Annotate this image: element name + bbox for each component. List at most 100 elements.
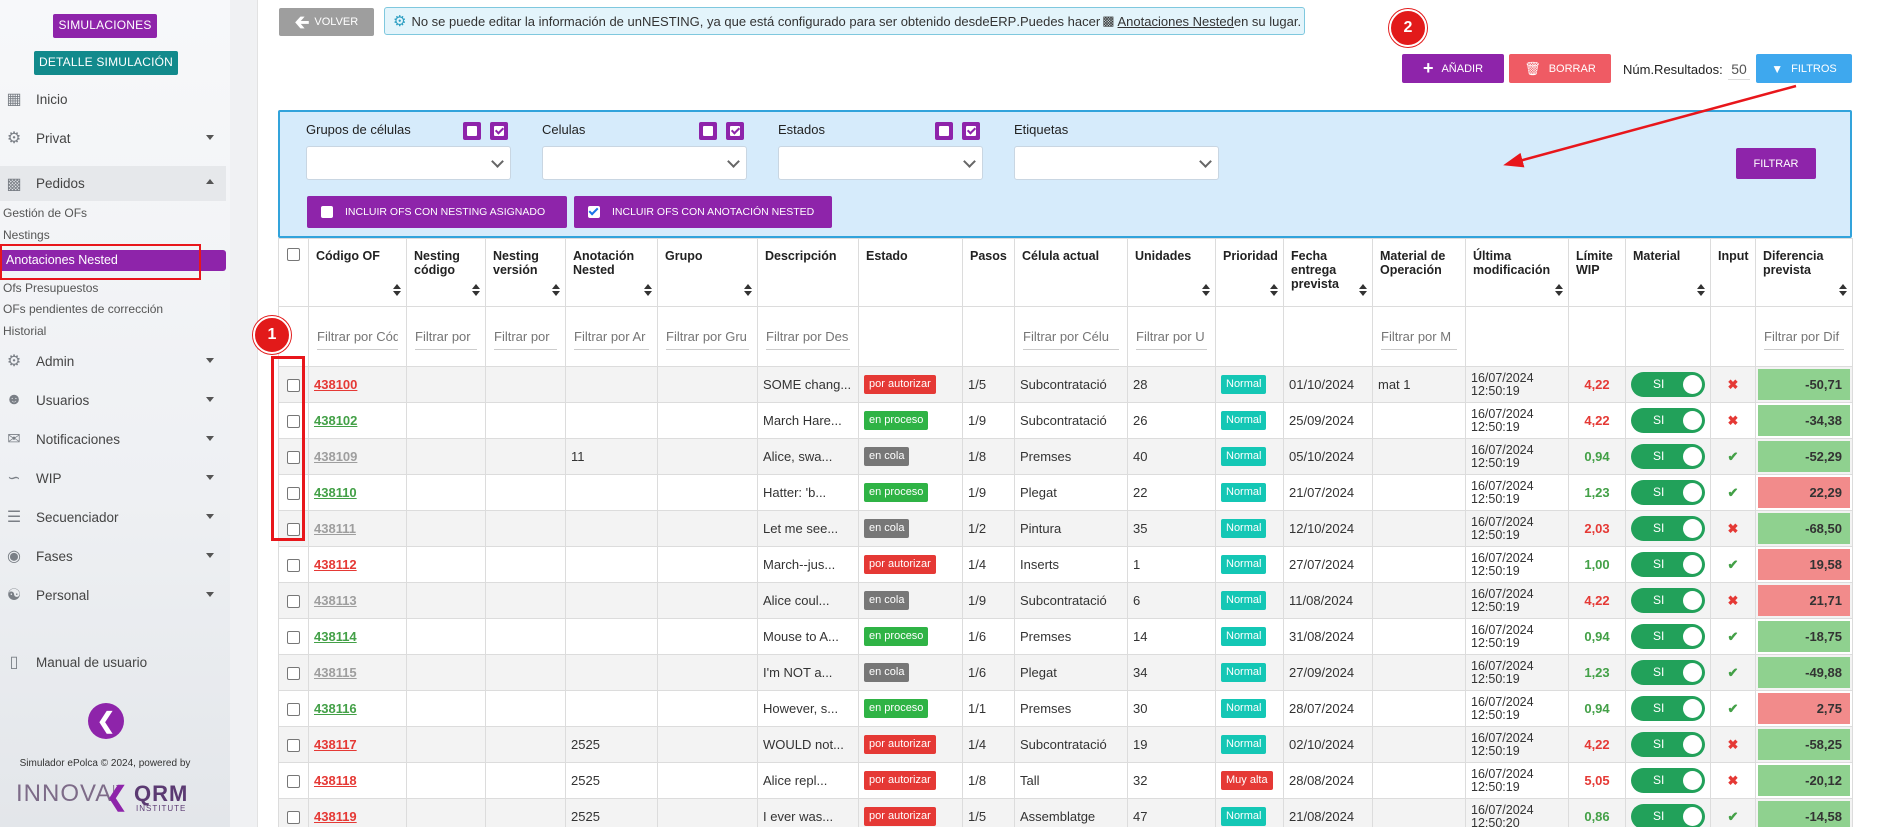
nav-item-inicio[interactable]: ▦ Inicio xyxy=(0,83,226,115)
material-toggle[interactable]: SI xyxy=(1631,732,1705,757)
nav-item-privat[interactable]: ⚙ Privat xyxy=(0,122,226,154)
material-toggle[interactable]: SI xyxy=(1631,552,1705,577)
column-filter-input[interactable] xyxy=(415,323,477,350)
table-row[interactable]: 438118 2525 Alice repl... por autorizar … xyxy=(278,762,1853,799)
table-row[interactable]: 438102 March Hare... en proceso 1/9 Subc… xyxy=(278,402,1853,439)
col-header[interactable]: Anotación Nested xyxy=(565,238,658,307)
select-all-checkbox[interactable] xyxy=(287,248,300,262)
celulas-select[interactable] xyxy=(542,146,747,180)
column-filter-input[interactable] xyxy=(1381,323,1457,350)
nav-item-fases[interactable]: ◉ Fases xyxy=(0,540,226,572)
column-filter-input[interactable] xyxy=(1023,323,1119,350)
estados-select[interactable] xyxy=(778,146,983,180)
select-all-estados-checkbox[interactable] xyxy=(962,122,980,140)
col-header[interactable]: Material xyxy=(1625,238,1711,307)
table-row[interactable]: 438116 However, s... en proceso 1/1 Prem… xyxy=(278,690,1853,727)
column-filter-input[interactable] xyxy=(1764,323,1844,350)
col-header[interactable]: Nesting código xyxy=(406,238,486,307)
row-checkbox[interactable] xyxy=(287,595,300,609)
of-code-link[interactable]: 438109 xyxy=(314,449,357,464)
nav-item-usuarios[interactable]: ☻ Usuarios xyxy=(0,384,226,416)
select-all-celulas-checkbox[interactable] xyxy=(726,122,744,140)
column-filter-input[interactable] xyxy=(766,323,850,350)
of-code-link[interactable]: 438114 xyxy=(314,629,357,644)
col-header[interactable]: Nesting versión xyxy=(485,238,566,307)
detalle-simulacion-button[interactable]: DETALLE SIMULACIÓN xyxy=(34,51,178,75)
col-header[interactable]: Fecha entrega prevista xyxy=(1283,238,1373,307)
material-toggle[interactable]: SI xyxy=(1631,660,1705,685)
add-button[interactable]: + AÑADIR xyxy=(1402,54,1504,83)
volver-button[interactable]: 🡰 VOLVER xyxy=(279,8,374,36)
deselect-all-estados-checkbox[interactable] xyxy=(935,122,953,140)
include-nested-checkbox[interactable] xyxy=(588,206,600,218)
column-filter-input[interactable] xyxy=(317,323,398,350)
column-filter-input[interactable] xyxy=(574,323,649,350)
simulaciones-button[interactable]: SIMULACIONES xyxy=(53,14,157,38)
material-toggle[interactable]: SI xyxy=(1631,480,1705,505)
subnav-historial[interactable]: Historial xyxy=(3,324,46,338)
row-checkbox[interactable] xyxy=(287,631,300,645)
column-filter-input[interactable] xyxy=(494,323,557,350)
num-results-input[interactable]: 50 xyxy=(1728,58,1750,80)
nav-item-personal[interactable]: ☯ Personal xyxy=(0,579,226,611)
row-checkbox[interactable] xyxy=(287,667,300,681)
col-header[interactable]: Unidades xyxy=(1127,238,1216,307)
table-row[interactable]: 438113 Alice coul... en cola 1/9 Subcont… xyxy=(278,582,1853,619)
grupos-select[interactable] xyxy=(306,146,511,180)
table-row[interactable]: 438114 Mouse to A... en proceso 1/6 Prem… xyxy=(278,618,1853,655)
of-code-link[interactable]: 438117 xyxy=(314,737,357,752)
material-toggle[interactable]: SI xyxy=(1631,444,1705,469)
nav-item-secuenciador[interactable]: ☰ Secuenciador xyxy=(0,501,226,533)
nav-item-manual[interactable]: ▯ Manual de usuario xyxy=(0,646,226,678)
include-nesting-checkbox[interactable] xyxy=(321,206,333,218)
col-header[interactable]: Prioridad xyxy=(1215,238,1284,307)
nav-item-notificaciones[interactable]: ✉ Notificaciones xyxy=(0,423,226,455)
col-header[interactable]: Última modificación xyxy=(1465,238,1569,307)
subnav-ofs-pendientes[interactable]: OFs pendientes de corrección xyxy=(3,302,163,316)
subnav-gestion-ofs[interactable]: Gestión de OFs xyxy=(3,206,87,220)
table-row[interactable]: 438115 I'm NOT a... en cola 1/6 Plegat 3… xyxy=(278,654,1853,691)
nav-item-admin[interactable]: ⚙ Admin xyxy=(0,345,226,377)
material-toggle[interactable]: SI xyxy=(1631,516,1705,541)
material-toggle[interactable]: SI xyxy=(1631,768,1705,793)
material-toggle[interactable]: SI xyxy=(1631,408,1705,433)
row-checkbox[interactable] xyxy=(287,739,300,753)
table-row[interactable]: 438117 2525 WOULD not... por autorizar 1… xyxy=(278,726,1853,763)
include-nesting-toggle[interactable]: INCLUIR OFS CON NESTING ASIGNADO xyxy=(307,196,567,228)
column-filter-input[interactable] xyxy=(1136,323,1207,350)
of-code-link[interactable]: 438116 xyxy=(314,701,357,716)
include-nested-toggle[interactable]: INCLUIR OFS CON ANOTACIÓN NESTED xyxy=(574,196,832,228)
collapse-sidebar-button[interactable]: ❮ xyxy=(88,703,124,739)
of-code-link[interactable]: 438111 xyxy=(314,521,356,536)
material-toggle[interactable]: SI xyxy=(1631,804,1705,827)
subnav-nestings[interactable]: Nestings xyxy=(3,228,50,242)
etiquetas-select[interactable] xyxy=(1014,146,1219,180)
row-checkbox[interactable] xyxy=(287,703,300,717)
table-row[interactable]: 438112 March--jus... por autorizar 1/4 I… xyxy=(278,546,1853,583)
delete-button[interactable]: 🗑 BORRAR xyxy=(1509,54,1611,83)
table-row[interactable]: 438111 Let me see... en cola 1/2 Pintura… xyxy=(278,510,1853,547)
deselect-all-grupos-checkbox[interactable] xyxy=(463,122,481,140)
nav-item-wip[interactable]: ∽ WIP xyxy=(0,462,226,494)
nav-item-pedidos[interactable]: ▩ Pedidos xyxy=(0,166,226,201)
of-code-link[interactable]: 438100 xyxy=(314,377,357,392)
of-code-link[interactable]: 438110 xyxy=(314,485,357,500)
deselect-all-celulas-checkbox[interactable] xyxy=(699,122,717,140)
col-header[interactable]: Diferencia prevista xyxy=(1755,238,1853,307)
of-code-link[interactable]: 438112 xyxy=(314,557,357,572)
material-toggle[interactable]: SI xyxy=(1631,588,1705,613)
col-header[interactable]: Código OF xyxy=(308,238,407,307)
subnav-ofs-presupuestos[interactable]: Ofs Presupuestos xyxy=(3,281,98,295)
table-row[interactable]: 438109 11 Alice, swa... en cola 1/8 Prem… xyxy=(278,438,1853,475)
col-header[interactable]: Grupo xyxy=(657,238,758,307)
of-code-link[interactable]: 438119 xyxy=(314,809,357,824)
column-filter-input[interactable] xyxy=(666,323,749,350)
row-checkbox[interactable] xyxy=(287,811,300,825)
table-row[interactable]: 438119 2525 I ever was... por autorizar … xyxy=(278,798,1853,827)
row-checkbox[interactable] xyxy=(287,559,300,573)
material-toggle[interactable]: SI xyxy=(1631,624,1705,649)
material-toggle[interactable]: SI xyxy=(1631,372,1705,397)
of-code-link[interactable]: 438118 xyxy=(314,773,357,788)
of-code-link[interactable]: 438113 xyxy=(314,593,357,608)
table-row[interactable]: 438110 Hatter: 'b... en proceso 1/9 Pleg… xyxy=(278,474,1853,511)
